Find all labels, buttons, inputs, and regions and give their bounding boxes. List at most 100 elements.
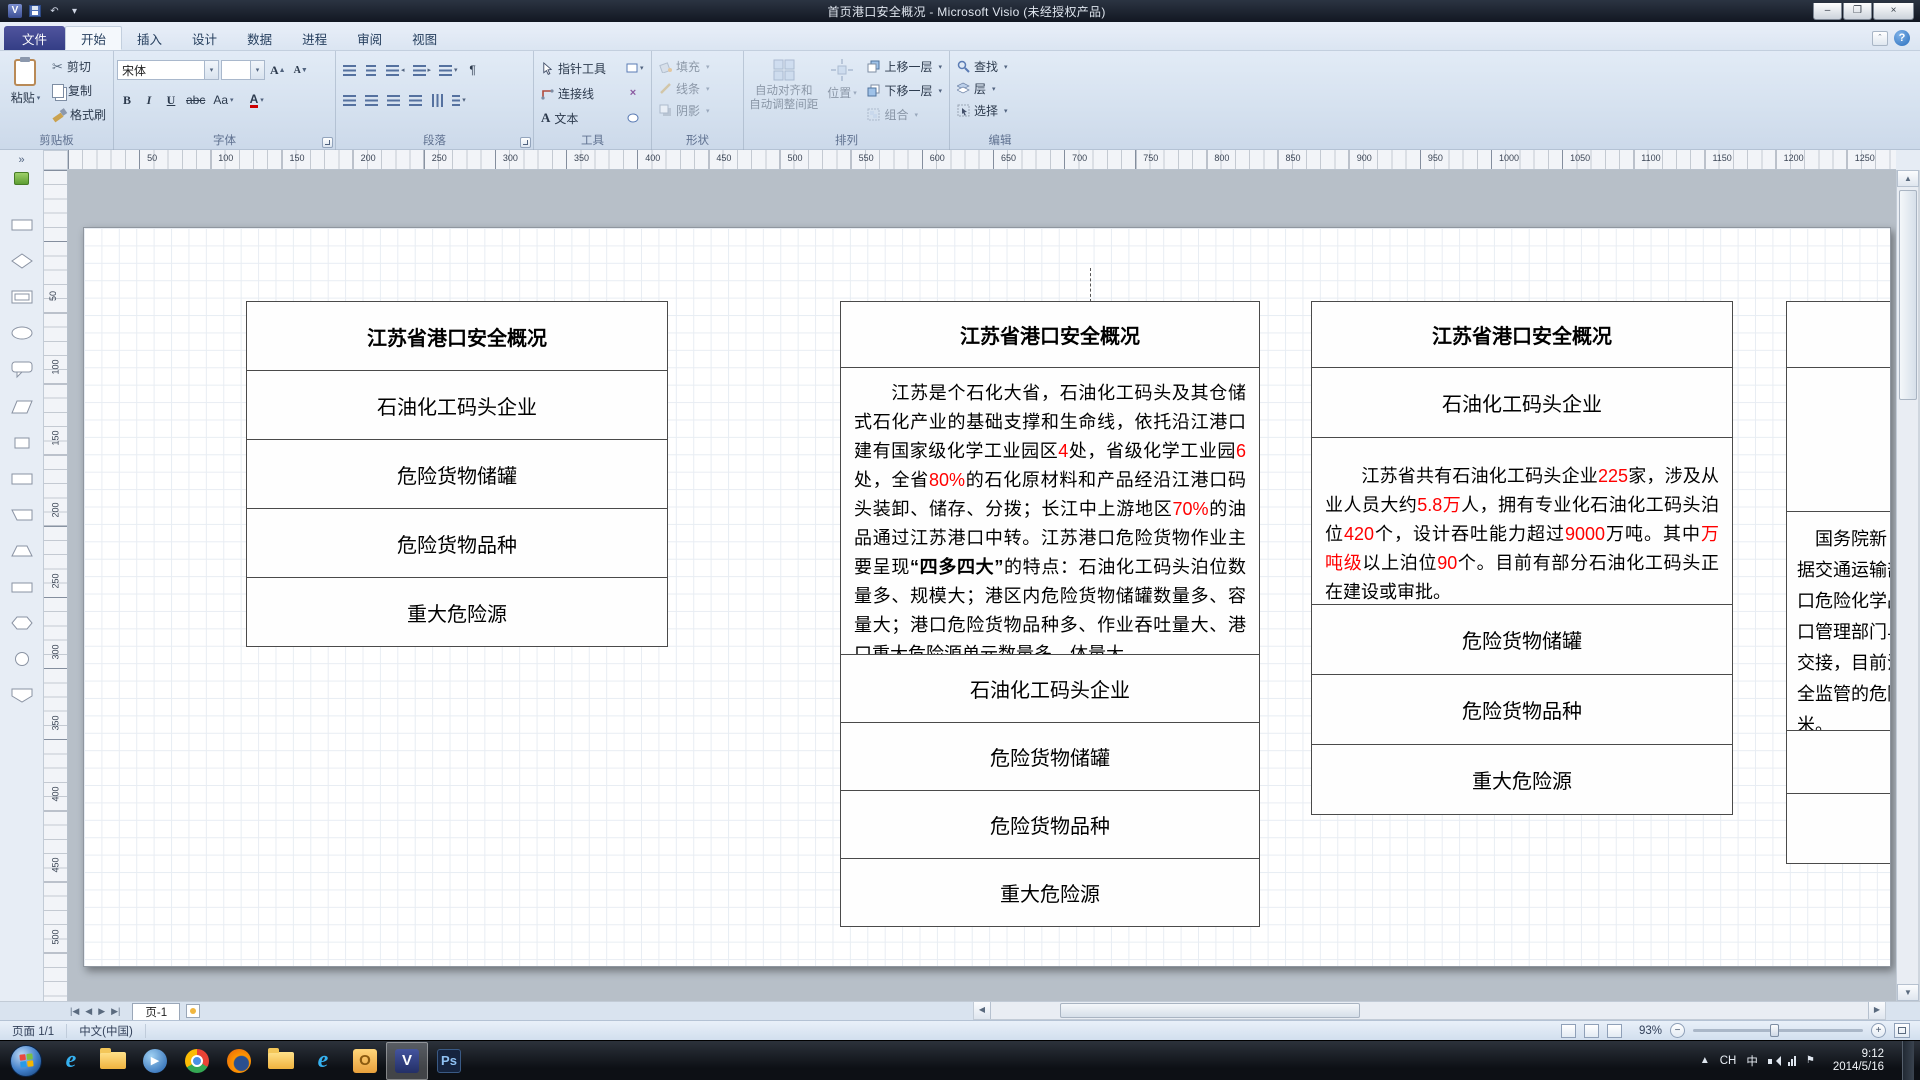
diagram-text-box[interactable]: 江苏省共有石油化工码头企业225家，涉及从业人员大约5.8万人，拥有专业化石油化…: [1311, 437, 1733, 605]
increase-indent-icon[interactable]: ▸: [410, 60, 435, 80]
shape-slanted-rectangle-icon[interactable]: [10, 507, 34, 523]
rectangle-tool-button[interactable]: ▾: [623, 58, 647, 78]
shadow-button[interactable]: 阴影▾: [655, 100, 740, 121]
grow-font-button[interactable]: A▲: [267, 60, 289, 80]
first-page-icon[interactable]: |◀: [70, 1006, 79, 1017]
margins-icon[interactable]: ▾: [449, 90, 469, 110]
paste-button[interactable]: 粘贴▾: [3, 54, 48, 130]
tab-design[interactable]: 设计: [177, 26, 232, 50]
font-size-select[interactable]: ▾: [221, 60, 265, 80]
strikethrough-button[interactable]: abc: [183, 90, 208, 110]
diagram-box[interactable]: 危险货物品种: [246, 508, 668, 578]
pointer-tool-button[interactable]: 指针工具: [537, 58, 621, 79]
tab-process[interactable]: 进程: [287, 26, 342, 50]
diagram-box[interactable]: 危险货物品种: [840, 790, 1260, 859]
diagram-box[interactable]: 石油化工码头企业: [1311, 367, 1733, 438]
tray-language-ch[interactable]: CH: [1720, 1055, 1737, 1067]
diagram-box[interactable]: 石油化工码头企业: [246, 370, 668, 440]
view-fullscreen-icon[interactable]: [1584, 1024, 1599, 1038]
underline-button[interactable]: U: [161, 90, 181, 110]
justify-icon[interactable]: [405, 90, 425, 110]
clock[interactable]: 9:12 2014/5/16: [1825, 1048, 1892, 1074]
ellipse-tool-button[interactable]: [623, 108, 643, 128]
diagram-box[interactable]: 重大危险源: [1311, 744, 1733, 815]
taskbar-outlook-icon[interactable]: O: [344, 1042, 386, 1080]
shape-rectangle-icon[interactable]: [10, 217, 34, 233]
taskbar-internet-explorer-2-icon[interactable]: e: [302, 1042, 344, 1080]
shape-circle-icon[interactable]: [10, 651, 34, 667]
last-page-icon[interactable]: ▶|: [111, 1006, 120, 1017]
tray-ime-mode[interactable]: 中: [1746, 1053, 1758, 1069]
shrink-font-button[interactable]: A▼: [291, 60, 311, 80]
diagram-box[interactable]: 危险货物储罐: [1311, 604, 1733, 675]
diagram-box[interactable]: [1786, 793, 1891, 864]
taskbar-internet-explorer-icon[interactable]: e: [50, 1042, 92, 1080]
diagram-box[interactable]: 危险货物品种: [1311, 674, 1733, 745]
font-color-button[interactable]: A▾: [247, 90, 267, 110]
bring-forward-button[interactable]: 上移一层▾: [863, 56, 946, 77]
taskbar-folder-2-icon[interactable]: [260, 1042, 302, 1080]
zoom-level[interactable]: 93%: [1630, 1025, 1662, 1037]
tab-file[interactable]: 文件: [4, 26, 65, 50]
diagram-box[interactable]: 危险货物储罐: [246, 439, 668, 509]
view-normal-icon[interactable]: [1561, 1024, 1576, 1038]
shape-rectangle-2-icon[interactable]: [10, 471, 34, 487]
change-case-button[interactable]: Aa▾: [210, 90, 236, 110]
find-button[interactable]: 查找▾: [953, 56, 1047, 77]
font-dialog-launcher-icon[interactable]: [322, 137, 333, 148]
insert-page-icon[interactable]: [186, 1004, 200, 1018]
align-center-icon[interactable]: [361, 90, 381, 110]
next-page-icon[interactable]: ▶: [98, 1006, 105, 1017]
cut-button[interactable]: ✂剪切: [48, 56, 110, 77]
zoom-in-icon[interactable]: +: [1871, 1023, 1886, 1038]
page-tab[interactable]: 页-1: [132, 1003, 180, 1020]
tab-home[interactable]: 开始: [65, 26, 122, 50]
decrease-indent-icon[interactable]: ◂: [383, 60, 408, 80]
qat-customize-icon[interactable]: ▾: [67, 4, 82, 19]
scroll-down-icon[interactable]: ▼: [1897, 984, 1919, 1001]
save-icon[interactable]: [27, 4, 42, 19]
diagram-box[interactable]: [1786, 730, 1891, 794]
scroll-up-icon[interactable]: ▲: [1897, 170, 1919, 187]
horizontal-scrollbar[interactable]: ◀ ▶: [973, 1001, 1886, 1020]
shape-pentagon-icon[interactable]: [10, 687, 34, 703]
italic-button[interactable]: I: [139, 90, 159, 110]
volume-icon[interactable]: [1768, 1056, 1778, 1066]
fit-page-icon[interactable]: [1894, 1023, 1910, 1038]
undo-icon[interactable]: ↶: [47, 4, 62, 19]
help-icon[interactable]: ?: [1894, 30, 1910, 46]
zoom-out-icon[interactable]: −: [1670, 1023, 1685, 1038]
diagram-header-box[interactable]: 江苏省港口安全概况: [840, 301, 1260, 368]
diagram-box[interactable]: 重大危险源: [246, 577, 668, 647]
diagram-header-box[interactable]: 江苏省港口安全概况: [1311, 301, 1733, 368]
close-button[interactable]: ×: [1873, 3, 1914, 20]
diagram-box[interactable]: [1786, 367, 1891, 512]
align-left-icon[interactable]: [339, 90, 359, 110]
diagram-box[interactable]: 石油化工码头企业: [840, 654, 1260, 723]
shape-framed-rectangle-icon[interactable]: [10, 289, 34, 305]
scroll-left-icon[interactable]: ◀: [974, 1002, 991, 1019]
format-painter-button[interactable]: 格式刷: [48, 104, 110, 125]
shape-small-rectangle-icon[interactable]: [10, 435, 34, 451]
align-right-icon[interactable]: [383, 90, 403, 110]
font-family-select[interactable]: 宋体▾: [117, 60, 219, 80]
shape-parallelogram-icon[interactable]: [10, 399, 34, 415]
shape-rectangle-3-icon[interactable]: [10, 579, 34, 595]
network-icon[interactable]: [1788, 1056, 1796, 1066]
layers-button[interactable]: 层▾: [953, 78, 1047, 99]
drawing-canvas[interactable]: 江苏省港口安全概况石油化工码头企业危险货物储罐危险货物品种重大危险源 江苏省港口…: [68, 170, 1896, 1001]
bullets-icon[interactable]: [339, 60, 359, 80]
view-switch-icon[interactable]: [1607, 1024, 1622, 1038]
fill-button[interactable]: 填充▾: [655, 56, 740, 77]
connection-point-tool-button[interactable]: ×: [623, 83, 643, 103]
line-button[interactable]: 线条▾: [655, 78, 740, 99]
select-button[interactable]: 选择▾: [953, 100, 1047, 121]
previous-page-icon[interactable]: ◀: [85, 1006, 92, 1017]
send-backward-button[interactable]: 下移一层▾: [863, 80, 946, 101]
diagram-box[interactable]: 危险货物储罐: [840, 722, 1260, 791]
taskbar-visio-icon[interactable]: V: [386, 1042, 428, 1080]
vertical-scroll-thumb[interactable]: [1899, 190, 1917, 400]
visio-app-icon[interactable]: V: [8, 4, 22, 18]
start-button[interactable]: [10, 1045, 42, 1077]
group-button[interactable]: 组合▾: [863, 104, 946, 125]
